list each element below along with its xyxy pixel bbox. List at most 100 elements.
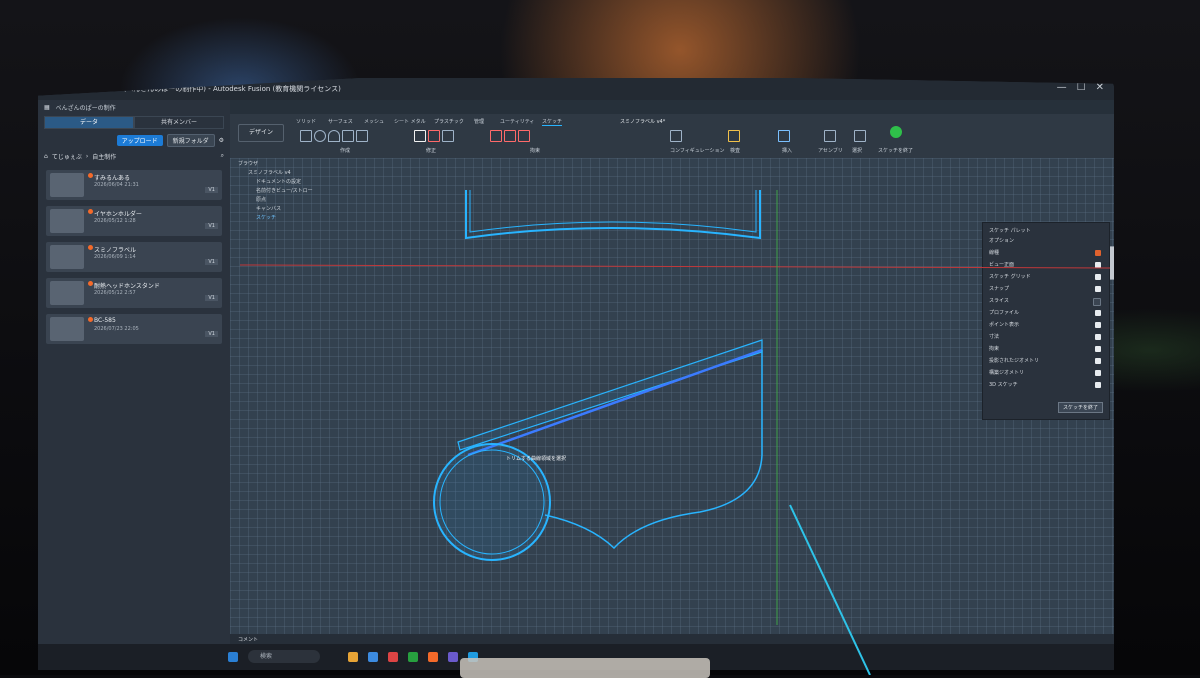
palette-section[interactable]: オプション	[989, 237, 1014, 244]
finish-sketch-button[interactable]: スケッチを終了	[1057, 402, 1103, 413]
browser-item[interactable]: 名前付きビュー/ストロー	[238, 187, 348, 196]
checkbox[interactable]	[1093, 298, 1101, 306]
spline-icon[interactable]	[356, 130, 368, 142]
list-item[interactable]: イヤホンホルダー 2026/05/12 1:28 V1	[46, 206, 222, 236]
version-badge[interactable]: V1	[205, 331, 218, 337]
option-row[interactable]: スライス	[989, 297, 1103, 306]
option-row[interactable]: スケッチ グリッド	[989, 273, 1103, 282]
parallel-icon[interactable]	[504, 130, 516, 142]
modify-group-label[interactable]: 修正	[426, 147, 436, 154]
taskbar-search[interactable]: 検索	[248, 650, 320, 663]
list-item[interactable]: すみるんある 2026/06/04 21:31 V1	[46, 170, 222, 200]
grid-icon[interactable]: ▦	[44, 104, 50, 111]
checkbox[interactable]	[1095, 262, 1101, 268]
insert-image-icon[interactable]	[778, 130, 790, 142]
workspace-dropdown[interactable]: デザイン	[238, 124, 284, 142]
list-item[interactable]: スミノフラベル 2026/06/09 1:14 V1	[46, 242, 222, 272]
new-folder-button[interactable]: 新規フォルダ	[166, 134, 215, 147]
tab-sketch[interactable]: スケッチ	[542, 118, 563, 126]
tab-surface[interactable]: サーフェス	[328, 118, 353, 125]
version-badge[interactable]: V1	[205, 187, 218, 193]
maximize-icon[interactable]: ☐	[1077, 82, 1086, 93]
home-icon[interactable]: ⌂	[44, 153, 48, 160]
edge-icon[interactable]	[368, 652, 378, 662]
browser-header[interactable]: ブラウザ	[238, 160, 348, 169]
option-row[interactable]: 拘束	[989, 345, 1103, 354]
folder-icon[interactable]	[348, 652, 358, 662]
option-row[interactable]: プロファイル	[989, 309, 1103, 318]
palette-title[interactable]: スケッチ パレット	[989, 227, 1031, 234]
browser-item[interactable]: スケッチ	[238, 214, 348, 223]
option-row[interactable]: スナップ	[989, 285, 1103, 294]
finish-sketch-label[interactable]: スケッチを終了	[878, 147, 913, 154]
version-badge[interactable]: V1	[205, 259, 218, 265]
circle-icon[interactable]	[314, 130, 326, 142]
polygon-icon[interactable]	[342, 130, 354, 142]
discord-icon[interactable]	[448, 652, 458, 662]
minimize-icon[interactable]: —	[1057, 82, 1067, 93]
arc-icon[interactable]	[328, 130, 340, 142]
checkbox[interactable]	[1095, 250, 1101, 256]
list-item[interactable]: BC-585 2026/07/23 22:05 V1	[46, 314, 222, 344]
checkbox[interactable]	[1095, 358, 1101, 364]
spotify-icon[interactable]	[408, 652, 418, 662]
project-name[interactable]: べんざんのぱーの制作	[56, 103, 116, 112]
upload-button[interactable]: アップロード	[116, 135, 163, 146]
browser-item[interactable]: 原点	[238, 196, 348, 205]
checkbox[interactable]	[1095, 370, 1101, 376]
insert-group-label[interactable]: 挿入	[782, 147, 792, 154]
search-icon[interactable]: ⌕	[221, 152, 224, 160]
tab-solid[interactable]: ソリッド	[296, 118, 316, 125]
assemble-icon[interactable]	[824, 130, 836, 142]
option-row[interactable]: 投影されたジオメトリ	[989, 357, 1103, 366]
checkbox[interactable]	[1095, 286, 1101, 292]
checkbox[interactable]	[1095, 322, 1101, 328]
chrome-icon[interactable]	[388, 652, 398, 662]
inspect-group-label[interactable]: 検査	[730, 147, 740, 154]
rectangle-icon[interactable]	[300, 130, 312, 142]
document-tab[interactable]: スミノフラベル v4*	[620, 118, 665, 125]
option-row[interactable]: ビュー正面	[989, 261, 1103, 270]
browser-item[interactable]: キャンバス	[238, 205, 348, 214]
select-group-label[interactable]: 選択	[852, 147, 862, 154]
checkbox[interactable]	[1095, 310, 1101, 316]
breadcrumb-item[interactable]: てじゅぇぶ	[52, 152, 82, 161]
option-row[interactable]: 3D スケッチ	[989, 381, 1103, 390]
assemble-group-label[interactable]: アセンブリ	[818, 147, 843, 154]
lock-icon[interactable]	[518, 130, 530, 142]
browser-item[interactable]: ドキュメントの設定	[238, 178, 348, 187]
browser-item[interactable]: スミノフラベル v4	[238, 169, 348, 178]
tab-plastic[interactable]: プラスチック	[434, 118, 464, 125]
coincident-icon[interactable]	[490, 130, 502, 142]
breadcrumb-item[interactable]: 自主制作	[92, 152, 116, 161]
checkbox[interactable]	[1095, 346, 1101, 352]
fusion-taskbar-icon[interactable]	[428, 652, 438, 662]
tab-mesh[interactable]: メッシュ	[364, 118, 384, 125]
tab-utility[interactable]: ユーティリティ	[500, 118, 534, 125]
tab-manage[interactable]: 管理	[474, 118, 484, 125]
windows-start-icon[interactable]	[228, 652, 238, 662]
checkbox[interactable]	[1095, 274, 1101, 280]
trim-scissors-icon[interactable]	[414, 130, 426, 142]
version-badge[interactable]: V1	[205, 295, 218, 301]
measure-icon[interactable]	[728, 130, 740, 142]
create-group-label[interactable]: 作成	[340, 147, 350, 154]
gear-icon[interactable]: ⚙	[219, 137, 224, 144]
option-row[interactable]: ポイント表示	[989, 321, 1103, 330]
vr-dock[interactable]	[460, 658, 710, 678]
select-icon[interactable]	[854, 130, 866, 142]
option-row[interactable]: 構築ジオメトリ	[989, 369, 1103, 378]
checkbox[interactable]	[1095, 382, 1101, 388]
offset-icon[interactable]	[442, 130, 454, 142]
checkbox[interactable]	[1095, 334, 1101, 340]
tab-sheet-metal[interactable]: シート メタル	[394, 118, 426, 125]
constraints-group-label[interactable]: 拘束	[530, 147, 540, 154]
tab-data[interactable]: データ	[44, 116, 134, 129]
comments-label[interactable]: コメント	[238, 636, 258, 643]
tab-members[interactable]: 共有メンバー	[134, 116, 224, 129]
fillet-icon[interactable]	[428, 130, 440, 142]
configuration-icon[interactable]	[670, 130, 682, 142]
configuration-group-label[interactable]: コンフィギュレーション	[670, 147, 725, 154]
option-row[interactable]: 線種	[989, 249, 1103, 258]
version-badge[interactable]: V1	[205, 223, 218, 229]
